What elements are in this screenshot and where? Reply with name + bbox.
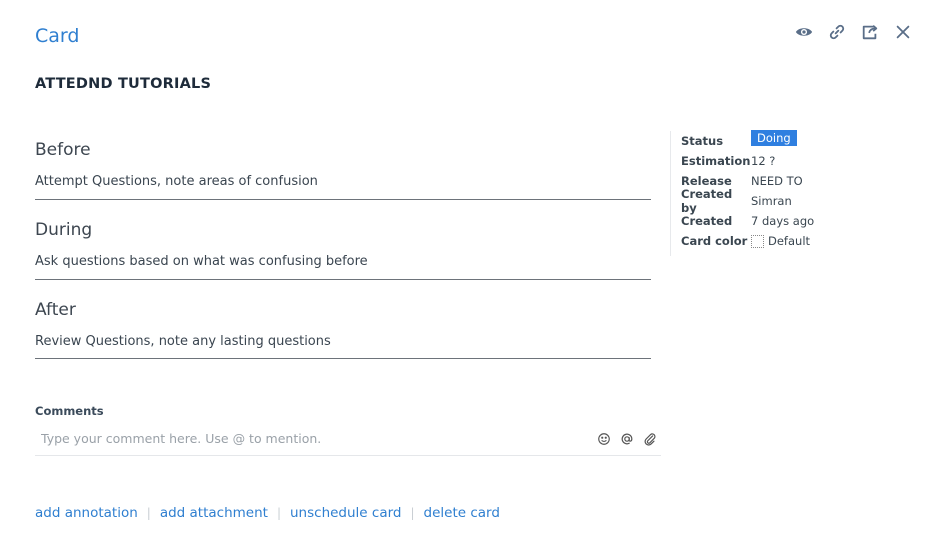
card-title[interactable]: ATTEDND TUTORIALS (35, 76, 211, 92)
mention-button[interactable] (619, 431, 634, 446)
share-icon (862, 25, 878, 40)
close-button[interactable] (893, 22, 913, 42)
add-attachment-link[interactable]: add attachment (160, 505, 268, 521)
toolbar (794, 22, 913, 42)
separator: | (276, 506, 281, 520)
section-after: After Review Questions, note any lasting… (35, 300, 651, 359)
meta-label: Created (681, 214, 733, 228)
comments-label: Comments (35, 404, 104, 418)
delete-card-link[interactable]: delete card (424, 505, 500, 521)
meta-card-color: Card color Default (681, 231, 861, 251)
add-annotation-link[interactable]: add annotation (35, 505, 138, 521)
estimation-value[interactable]: 12 ? (751, 154, 775, 168)
paperclip-icon (644, 432, 655, 446)
status-badge[interactable]: Doing (751, 130, 797, 146)
section-during: During Ask questions based on what was c… (35, 220, 651, 280)
separator: | (410, 506, 415, 520)
card-color-value: Default (768, 234, 811, 248)
link-icon (829, 24, 845, 40)
card-color-picker[interactable]: Default (751, 234, 810, 248)
comment-input[interactable] (35, 426, 581, 450)
card-meta-panel: Status Doing Estimation 12 ? Release NEE… (670, 130, 861, 256)
section-heading: After (35, 300, 76, 320)
separator: | (146, 506, 151, 520)
section-heading: Before (35, 140, 91, 160)
smiley-icon (597, 432, 610, 445)
meta-created-by: Created by Simran (681, 187, 861, 215)
comment-tools (596, 431, 657, 446)
meta-status: Status Doing (681, 130, 861, 151)
section-before: Before Attempt Questions, note areas of … (35, 140, 651, 200)
copy-link-button[interactable] (827, 22, 847, 42)
section-text[interactable]: Ask questions based on what was confusin… (35, 254, 651, 280)
page-title: Card (35, 25, 80, 47)
watch-button[interactable] (794, 22, 814, 42)
at-icon (621, 433, 632, 444)
comment-box (35, 426, 661, 456)
emoji-button[interactable] (596, 431, 611, 446)
close-icon (896, 25, 910, 39)
card-actions: add annotation | add attachment | unsche… (35, 505, 500, 521)
meta-label: Estimation (681, 154, 751, 168)
unschedule-card-link[interactable]: unschedule card (290, 505, 401, 521)
meta-label: Card color (681, 234, 748, 248)
color-swatch (751, 234, 764, 248)
section-heading: During (35, 220, 93, 240)
attach-button[interactable] (642, 431, 657, 446)
meta-estimation: Estimation 12 ? (681, 151, 861, 171)
meta-created: Created 7 days ago (681, 211, 861, 231)
section-text[interactable]: Attempt Questions, note areas of confusi… (35, 174, 651, 200)
eye-icon (795, 28, 813, 36)
created-by-value: Simran (751, 194, 792, 208)
created-value: 7 days ago (751, 214, 815, 228)
meta-label: Status (681, 134, 724, 148)
section-text[interactable]: Review Questions, note any lasting quest… (35, 334, 651, 359)
share-button[interactable] (860, 22, 880, 42)
meta-label: Release (681, 174, 732, 188)
meta-label: Created by (681, 187, 733, 215)
release-value[interactable]: NEED TO (751, 174, 803, 188)
